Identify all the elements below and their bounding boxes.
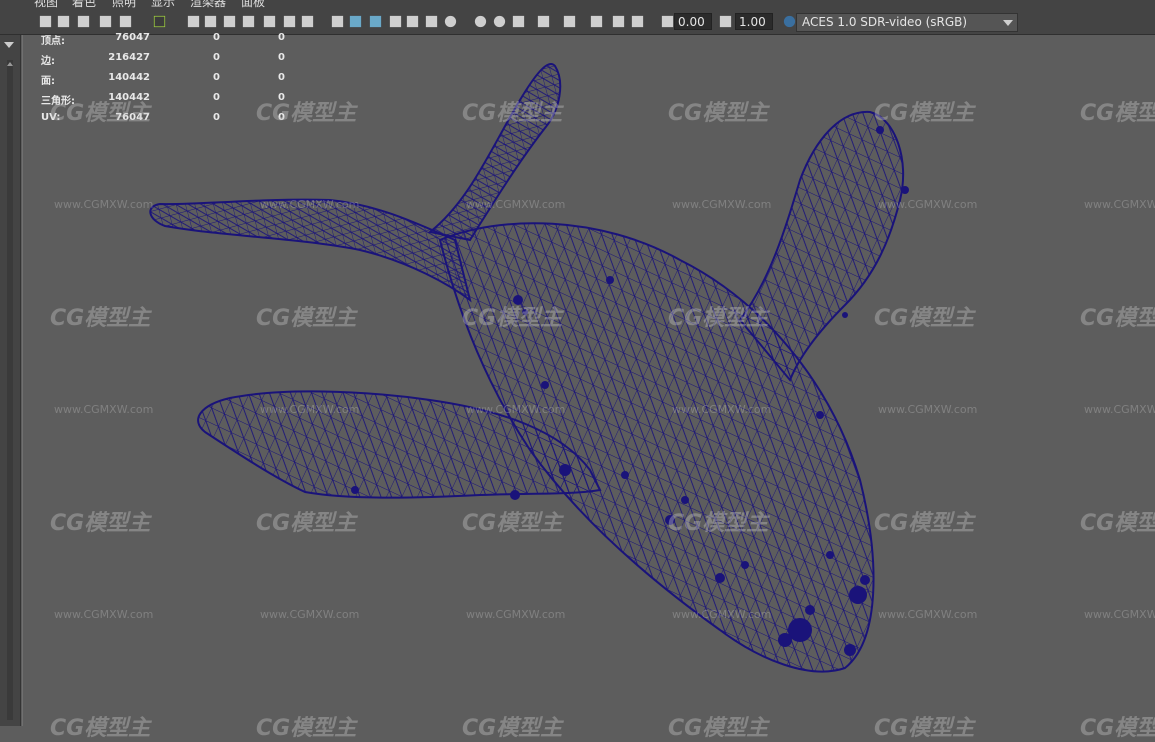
watermark-logo: CG模型主	[668, 101, 769, 126]
watermark-logo: CG模型主	[50, 101, 151, 126]
watermark-url: www.CGMXW.com	[54, 403, 154, 416]
hud-value-triangles: 0	[278, 32, 285, 43]
watermark-logo: CG模型主	[256, 101, 357, 126]
watermark-url: www.CGMXW.com	[54, 608, 154, 621]
watermark-url: www.CGMXW.com	[466, 403, 566, 416]
watermark-url: www.CGMXW.com	[878, 198, 978, 211]
hud-value-selected: 0	[213, 32, 220, 43]
hud-label: 顶点:	[41, 36, 65, 47]
watermark-logo: CG模型主	[874, 511, 975, 536]
hud-label: 边:	[41, 56, 55, 67]
watermark-url: www.CGMXW.com	[672, 403, 772, 416]
watermark-logo: CG模型主	[256, 716, 357, 741]
watermark-logo: CG模型主	[1080, 511, 1155, 536]
watermark-url: www.CGMXW.com	[54, 198, 154, 211]
watermark-logo: CG模型主	[50, 511, 151, 536]
watermark-url: www.CGMXW.com	[260, 608, 360, 621]
watermark-logo: CG模型主	[874, 101, 975, 126]
hud-label: 面:	[41, 76, 55, 87]
whale-wireframe-model[interactable]	[0, 0, 1155, 726]
hud-value-triangles: 0	[278, 72, 285, 83]
watermark-url: www.CGMXW.com	[878, 403, 978, 416]
watermark-logo: CG模型主	[1080, 306, 1155, 331]
watermark-logo: CG模型主	[462, 716, 563, 741]
watermark-logo: CG模型主	[874, 306, 975, 331]
hud-value-selected: 0	[213, 52, 220, 63]
tail-fluke-upper	[427, 63, 562, 242]
watermark-logo: CG模型主	[874, 716, 975, 741]
hud-value: 76047	[115, 32, 150, 43]
watermark-logo: CG模型主	[668, 716, 769, 741]
watermark-logo: CG模型主	[462, 101, 563, 126]
watermark-url: www.CGMXW.com	[1084, 403, 1155, 416]
watermark-logo: CG模型主	[462, 306, 563, 331]
watermark-logo: CG模型主	[256, 511, 357, 536]
hud-value-selected: 0	[213, 92, 220, 103]
watermark-logo: CG模型主	[50, 716, 151, 741]
tail-fluke	[149, 198, 472, 303]
hud-value-selected: 0	[213, 72, 220, 83]
watermark-logo: CG模型主	[256, 306, 357, 331]
watermark-url: www.CGMXW.com	[466, 608, 566, 621]
watermark-url: www.CGMXW.com	[878, 608, 978, 621]
watermark-url: www.CGMXW.com	[1084, 198, 1155, 211]
watermark-logo: CG模型主	[668, 306, 769, 331]
watermark-logo: CG模型主	[50, 306, 151, 331]
hud-value-selected: 0	[213, 112, 220, 123]
watermark-logo: CG模型主	[1080, 716, 1155, 741]
watermark-url: www.CGMXW.com	[672, 608, 772, 621]
watermark-url: www.CGMXW.com	[1084, 608, 1155, 621]
watermark-url: www.CGMXW.com	[466, 198, 566, 211]
watermark-url: www.CGMXW.com	[260, 403, 360, 416]
watermark-logo: CG模型主	[668, 511, 769, 536]
hud-value: 140442	[108, 72, 150, 83]
hud-value-triangles: 0	[278, 52, 285, 63]
watermark-logo: CG模型主	[462, 511, 563, 536]
hud-value: 216427	[108, 52, 150, 63]
watermark-logo: CG模型主	[1080, 101, 1155, 126]
watermark-url: www.CGMXW.com	[260, 198, 360, 211]
watermark-url: www.CGMXW.com	[672, 198, 772, 211]
